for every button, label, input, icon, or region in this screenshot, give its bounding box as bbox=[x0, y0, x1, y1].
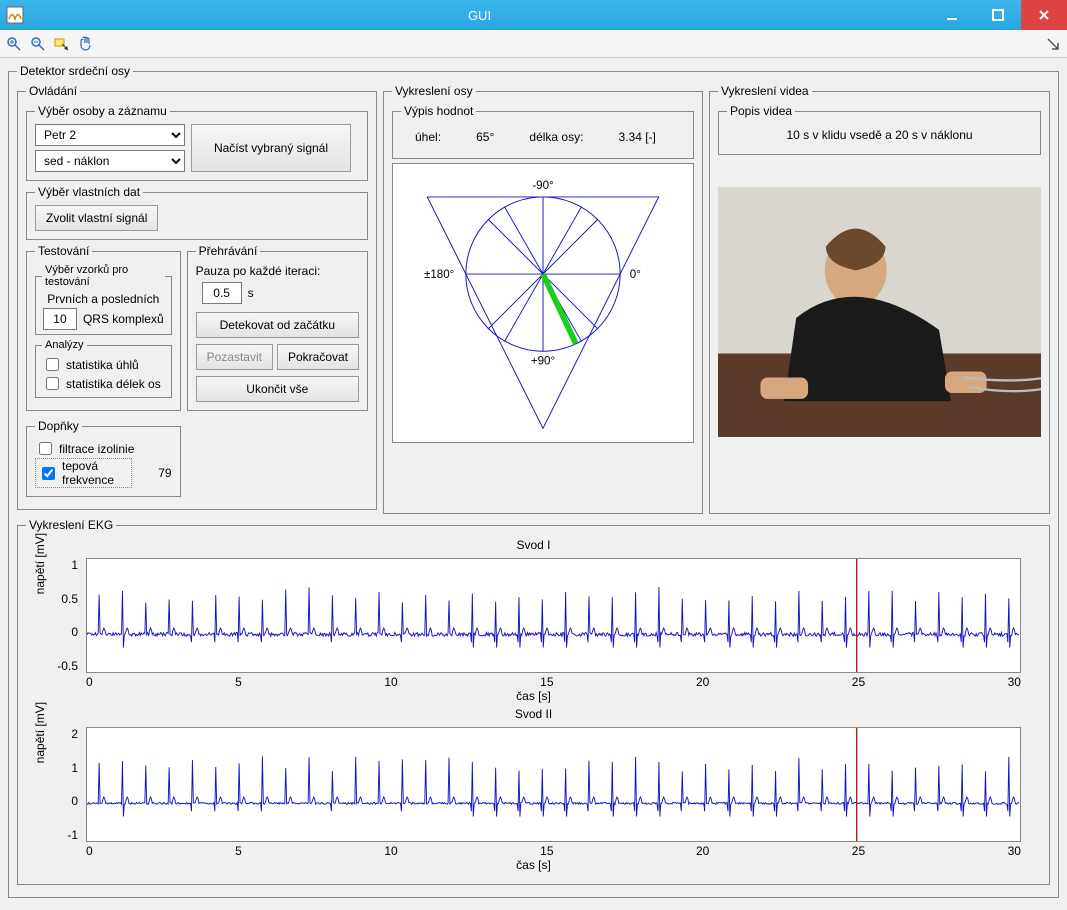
svod2-yticks: 210-1 bbox=[44, 727, 78, 842]
maximize-button[interactable] bbox=[975, 0, 1021, 30]
svod1-yticks: 10.50-0.5 bbox=[44, 558, 78, 673]
testovani-panel: Testování Výběr vzorků pro testování Prv… bbox=[26, 244, 181, 411]
svod1-ylabel: napětí [mV] bbox=[33, 533, 47, 594]
qrs-label: QRS komplexů bbox=[83, 312, 164, 326]
label-left: ±180° bbox=[424, 269, 454, 281]
filtrace-checkbox[interactable]: filtrace izolinie bbox=[35, 439, 172, 458]
doplnky-panel: Dopňky filtrace izolinie tepová frekvenc… bbox=[26, 419, 181, 497]
doplnky-title: Dopňky bbox=[35, 419, 82, 433]
axis-vector bbox=[543, 274, 576, 343]
ekg-panel: Vykreslení EKG Svod I 10.50-0.5 napětí [… bbox=[17, 518, 1050, 885]
qrs-count-input[interactable] bbox=[43, 308, 77, 330]
popis-text: 10 s v klidu vsedě a 20 s v náklonu bbox=[727, 124, 1032, 146]
figure-toolbar bbox=[0, 30, 1067, 58]
popis-title: Popis videa bbox=[727, 104, 795, 118]
video-frame bbox=[718, 187, 1041, 437]
prehravani-panel: Přehrávání Pauza po každé iteraci: s Det… bbox=[187, 244, 368, 411]
dock-icon[interactable] bbox=[1043, 34, 1063, 54]
delka-value: 3.34 [-] bbox=[619, 130, 671, 144]
choose-own-signal-button[interactable]: Zvolit vlastní signál bbox=[35, 205, 158, 231]
ovladani-panel: Ovládání Výběr osoby a záznamu Petr 2 se… bbox=[17, 84, 377, 510]
ekg-title: Vykreslení EKG bbox=[26, 518, 116, 532]
vzorky-title: Výběr vzorků pro testování bbox=[42, 264, 165, 288]
vykresleni-osy-title: Vykreslení osy bbox=[392, 84, 476, 98]
vyber-osoby-panel: Výběr osoby a záznamu Petr 2 sed - náklo… bbox=[26, 104, 368, 181]
svod2-xlabel: čas [s] bbox=[26, 858, 1041, 872]
pause-unit: s bbox=[248, 286, 254, 300]
svod2-title: Svod II bbox=[26, 707, 1041, 721]
window-titlebar: GUI bbox=[0, 0, 1067, 30]
zoom-out-icon[interactable] bbox=[28, 34, 48, 54]
vypis-hodnot-panel: Výpis hodnot úhel: 65° délka osy: 3.34 [… bbox=[392, 104, 694, 159]
pan-icon[interactable] bbox=[76, 34, 96, 54]
pozastavit-button[interactable]: Pozastavit bbox=[196, 344, 273, 370]
vyber-vlastnich-title: Výběr vlastních dat bbox=[35, 185, 143, 199]
label-top: -90° bbox=[532, 180, 553, 192]
vykresleni-osy-panel: Vykreslení osy Výpis hodnot úhel: 65° dé… bbox=[383, 84, 703, 514]
popis-videa-panel: Popis videa 10 s v klidu vsedě a 20 s v … bbox=[718, 104, 1041, 155]
ukoncit-button[interactable]: Ukončit vše bbox=[196, 376, 359, 402]
pokracovat-button[interactable]: Pokračovat bbox=[277, 344, 359, 370]
load-signal-button[interactable]: Načíst vybraný signál bbox=[191, 124, 351, 172]
svod1-title: Svod I bbox=[26, 538, 1041, 552]
close-button[interactable] bbox=[1021, 0, 1067, 30]
person-select[interactable]: Petr 2 bbox=[35, 124, 185, 146]
uhel-label: úhel: bbox=[415, 130, 456, 144]
svod1-xlabel: čas [s] bbox=[26, 689, 1041, 703]
label-bottom: +90° bbox=[531, 356, 555, 368]
pause-label: Pauza po každé iteraci: bbox=[196, 264, 359, 278]
pause-input[interactable] bbox=[202, 282, 242, 304]
svod2-ylabel: napětí [mV] bbox=[33, 702, 47, 763]
stat-uhlu-checkbox[interactable]: statistika úhlů bbox=[42, 355, 165, 374]
data-cursor-icon[interactable] bbox=[52, 34, 72, 54]
record-select[interactable]: sed - náklon bbox=[35, 150, 185, 172]
delka-label: délka osy: bbox=[529, 130, 598, 144]
vyber-osoby-title: Výběr osoby a záznamu bbox=[35, 104, 170, 118]
vypis-title: Výpis hodnot bbox=[401, 104, 476, 118]
detekovat-button[interactable]: Detekovat od začátku bbox=[196, 312, 359, 338]
axis-plot: -90° 0° +90° ±180° bbox=[392, 163, 694, 443]
svod2-plot bbox=[86, 727, 1021, 842]
stat-delek-checkbox[interactable]: statistika délek os bbox=[42, 374, 165, 393]
prehravani-title: Přehrávání bbox=[196, 244, 261, 258]
tepova-checkbox[interactable]: tepová frekvence bbox=[35, 458, 132, 488]
minimize-button[interactable] bbox=[929, 0, 975, 30]
svod2-xticks: 051015202530 bbox=[86, 844, 1021, 858]
label-right: 0° bbox=[630, 269, 641, 281]
vykresleni-videa-title: Vykreslení videa bbox=[718, 84, 812, 98]
tep-value: 79 bbox=[158, 466, 171, 480]
ovladani-title: Ovládání bbox=[26, 84, 80, 98]
detector-title: Detektor srdeční osy bbox=[17, 64, 133, 78]
vzorky-line1: Prvních a posledních bbox=[42, 292, 165, 306]
uhel-value: 65° bbox=[476, 130, 509, 144]
vzorky-panel: Výběr vzorků pro testování Prvních a pos… bbox=[35, 264, 172, 335]
svod1-xticks: 051015202530 bbox=[86, 675, 1021, 689]
analyzy-panel: Analýzy statistika úhlů statistika délek… bbox=[35, 339, 172, 398]
detector-panel: Detektor srdeční osy Ovládání Výběr osob… bbox=[8, 64, 1059, 898]
zoom-in-icon[interactable] bbox=[4, 34, 24, 54]
window-title: GUI bbox=[30, 8, 929, 23]
analyzy-title: Analýzy bbox=[42, 339, 87, 351]
vyber-vlastnich-panel: Výběr vlastních dat Zvolit vlastní signá… bbox=[26, 185, 368, 240]
testovani-title: Testování bbox=[35, 244, 92, 258]
vykresleni-videa-panel: Vykreslení videa Popis videa 10 s v klid… bbox=[709, 84, 1050, 514]
app-icon bbox=[0, 0, 30, 30]
svod1-plot bbox=[86, 558, 1021, 673]
